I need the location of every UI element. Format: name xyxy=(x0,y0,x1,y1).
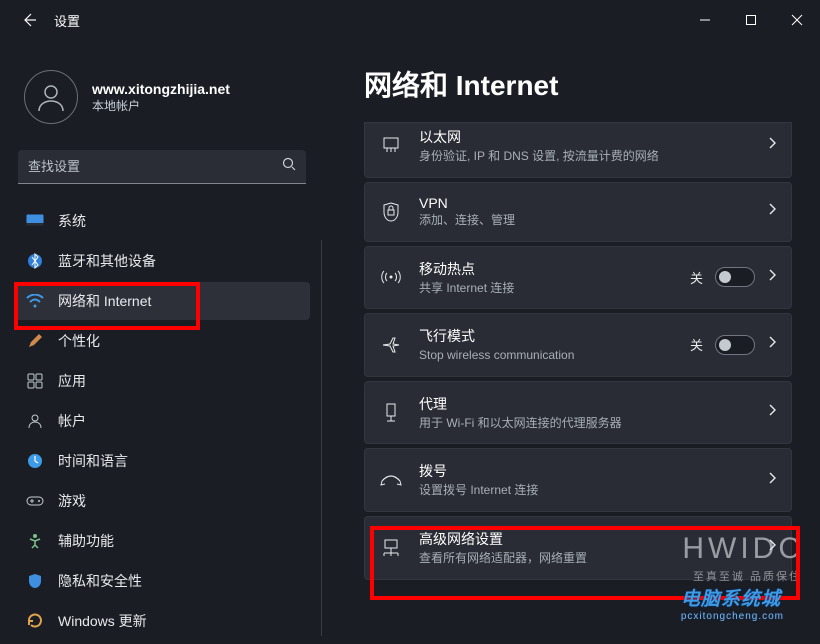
card-dialup[interactable]: 拨号 设置拨号 Internet 连接 xyxy=(364,448,792,512)
apps-icon xyxy=(26,372,44,390)
sidebar-item-label: 辅助功能 xyxy=(58,531,114,551)
card-sub: 共享 Internet 连接 xyxy=(419,281,674,297)
user-name: www.xitongzhijia.net xyxy=(92,81,230,97)
ethernet-icon xyxy=(379,137,403,155)
sidebar-item-label: 个性化 xyxy=(58,331,100,351)
card-sub: Stop wireless communication xyxy=(419,348,674,364)
sidebar-item-time-language[interactable]: 时间和语言 xyxy=(14,442,310,480)
globe-clock-icon xyxy=(26,452,44,470)
sidebar-item-label: 网络和 Internet xyxy=(58,291,151,311)
user-block[interactable]: www.xitongzhijia.net 本地帐户 xyxy=(14,40,310,150)
nav-list: 系统 蓝牙和其他设备 网络和 Internet 个性化 应用 帐户 xyxy=(14,202,310,640)
chevron-right-icon xyxy=(767,471,777,490)
back-button[interactable] xyxy=(20,11,38,29)
titlebar: 设置 xyxy=(0,0,820,40)
search-input-row[interactable] xyxy=(18,150,306,184)
sidebar-item-bluetooth[interactable]: 蓝牙和其他设备 xyxy=(14,242,310,280)
app-title: 设置 xyxy=(54,11,80,30)
dialup-icon xyxy=(379,473,403,487)
chevron-right-icon xyxy=(767,268,777,287)
airplane-icon xyxy=(379,335,403,355)
page-title: 网络和 Internet xyxy=(364,64,792,104)
sidebar-item-label: 蓝牙和其他设备 xyxy=(58,251,156,271)
search-input[interactable] xyxy=(28,159,282,174)
gaming-icon xyxy=(26,492,44,510)
window-controls xyxy=(682,4,820,36)
card-title: 移动热点 xyxy=(419,259,674,279)
sidebar-item-windows-update[interactable]: Windows 更新 xyxy=(14,602,310,640)
sidebar-item-label: 时间和语言 xyxy=(58,451,128,471)
card-sub: 身份验证, IP 和 DNS 设置, 按流量计费的网络 xyxy=(419,149,751,165)
card-vpn[interactable]: VPN 添加、连接、管理 xyxy=(364,182,792,242)
hotspot-icon xyxy=(379,268,403,286)
chevron-right-icon xyxy=(767,403,777,422)
sidebar-item-label: 系统 xyxy=(58,211,86,231)
airplane-toggle[interactable] xyxy=(715,335,755,355)
card-airplane[interactable]: 飞行模式 Stop wireless communication 关 xyxy=(364,313,792,377)
sidebar-item-personalization[interactable]: 个性化 xyxy=(14,322,310,360)
sidebar-item-accessibility[interactable]: 辅助功能 xyxy=(14,522,310,560)
chevron-right-icon xyxy=(767,136,777,155)
sidebar-item-accounts[interactable]: 帐户 xyxy=(14,402,310,440)
sidebar-item-system[interactable]: 系统 xyxy=(14,202,310,240)
maximize-button[interactable] xyxy=(728,4,774,36)
system-icon xyxy=(26,212,44,230)
hotspot-toggle[interactable] xyxy=(715,267,755,287)
search-icon xyxy=(282,157,296,176)
accessibility-icon xyxy=(26,532,44,550)
toggle-label: 关 xyxy=(690,268,703,287)
card-sub: 用于 Wi-Fi 和以太网连接的代理服务器 xyxy=(419,416,751,432)
sidebar: www.xitongzhijia.net 本地帐户 系统 蓝牙和其他设备 网络和… xyxy=(0,40,320,644)
user-sub: 本地帐户 xyxy=(92,97,230,114)
card-sub: 添加、连接、管理 xyxy=(419,213,751,229)
shield-icon xyxy=(26,572,44,590)
card-hotspot[interactable]: 移动热点 共享 Internet 连接 关 xyxy=(364,246,792,310)
chevron-right-icon xyxy=(767,335,777,354)
watermark-brand: HWIDC xyxy=(682,532,804,566)
card-sub: 设置拨号 Internet 连接 xyxy=(419,483,751,499)
brush-icon xyxy=(26,332,44,350)
sidebar-item-label: 隐私和安全性 xyxy=(58,571,142,591)
card-title: VPN xyxy=(419,195,751,211)
chevron-right-icon xyxy=(767,202,777,221)
sidebar-item-label: 游戏 xyxy=(58,491,86,511)
card-title: 以太网 xyxy=(419,127,751,147)
sidebar-item-apps[interactable]: 应用 xyxy=(14,362,310,400)
watermark-tagline: 至真至诚 品质保住 xyxy=(693,568,802,584)
sidebar-item-gaming[interactable]: 游戏 xyxy=(14,482,310,520)
minimize-button[interactable] xyxy=(682,4,728,36)
card-proxy[interactable]: 代理 用于 Wi-Fi 和以太网连接的代理服务器 xyxy=(364,381,792,445)
vpn-shield-icon xyxy=(379,202,403,222)
update-icon xyxy=(26,612,44,630)
close-button[interactable] xyxy=(774,4,820,36)
avatar xyxy=(24,70,78,124)
sidebar-item-label: 应用 xyxy=(58,371,86,391)
sidebar-item-label: Windows 更新 xyxy=(58,611,147,631)
card-title: 飞行模式 xyxy=(419,326,674,346)
sidebar-item-network[interactable]: 网络和 Internet xyxy=(14,282,310,320)
sidebar-item-privacy[interactable]: 隐私和安全性 xyxy=(14,562,310,600)
proxy-icon xyxy=(379,403,403,423)
card-title: 代理 xyxy=(419,394,751,414)
card-title: 拨号 xyxy=(419,461,751,481)
toggle-label: 关 xyxy=(690,335,703,354)
watermark-site: 电脑系统城 pcxitongcheng.com xyxy=(681,584,784,622)
bluetooth-icon xyxy=(26,252,44,270)
advanced-network-icon xyxy=(379,539,403,557)
sidebar-item-label: 帐户 xyxy=(58,411,86,431)
card-ethernet[interactable]: 以太网 身份验证, IP 和 DNS 设置, 按流量计费的网络 xyxy=(364,122,792,178)
account-icon xyxy=(26,412,44,430)
wifi-icon xyxy=(26,292,44,310)
